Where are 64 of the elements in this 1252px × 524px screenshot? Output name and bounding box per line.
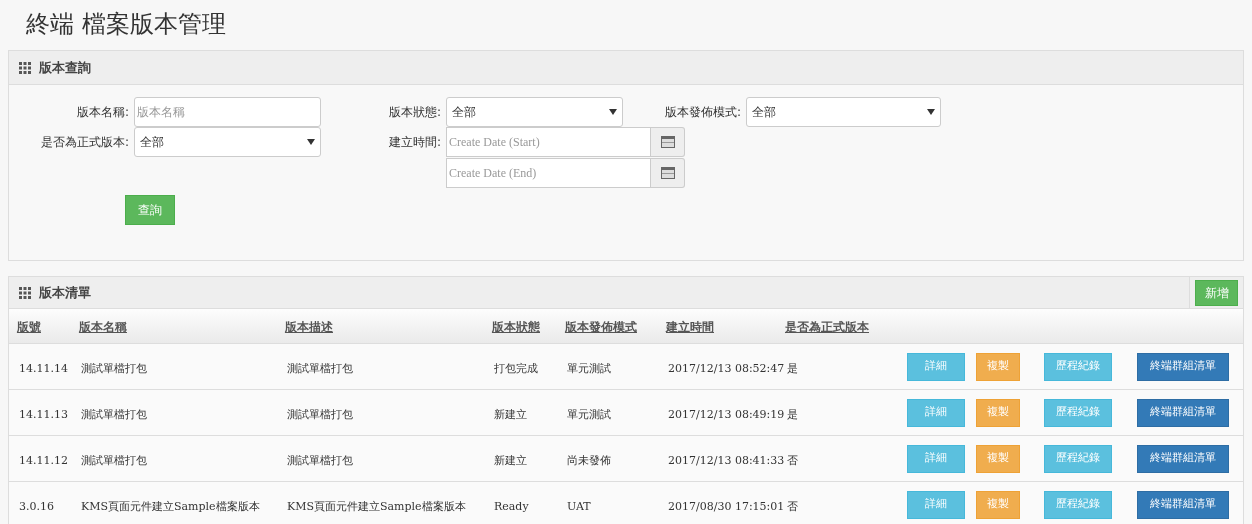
panel-title: 版本清單 — [39, 283, 92, 302]
calendar-icon — [660, 136, 675, 148]
calendar-icon — [660, 167, 675, 179]
calendar-button[interactable] — [651, 158, 685, 188]
caret-icon — [307, 139, 315, 145]
field-label: 版本狀態: — [387, 104, 442, 121]
grid-icon — [19, 61, 31, 74]
table-cell: 測試單檔打包 — [287, 361, 353, 375]
table-cell: UAT — [567, 499, 591, 513]
table-cell: 2017/12/13 08:41:33 — [668, 453, 785, 467]
select-field[interactable]: 全部 — [134, 127, 321, 157]
table-cell: 2017/12/13 08:49:19 — [668, 407, 785, 421]
panel-title: 版本查詢 — [39, 58, 91, 77]
field-label: 版本名稱: — [75, 104, 130, 121]
table-cell: KMS頁面元件建立Sample檔案版本 — [81, 499, 260, 513]
column-header[interactable]: 版本狀態 — [492, 320, 540, 334]
table-cell: 測試單檔打包 — [81, 407, 147, 421]
select-field[interactable]: 全部 — [746, 97, 941, 127]
table-cell: KMS頁面元件建立Sample檔案版本 — [287, 499, 466, 513]
field-label: 是否為正式版本: — [39, 134, 130, 151]
field-label: 版本發佈模式: — [663, 104, 742, 121]
table-cell: Ready — [494, 499, 529, 513]
table-cell: 是 — [787, 361, 798, 375]
select-field[interactable]: 全部 — [446, 97, 623, 127]
table-cell: 單元測試 — [567, 361, 611, 375]
add-button[interactable]: 新增 — [1195, 279, 1238, 306]
date-field[interactable]: Create Date (End) — [446, 158, 651, 188]
date-field[interactable]: Create Date (Start) — [446, 127, 651, 157]
column-header[interactable]: 版本描述 — [285, 320, 333, 334]
action-button[interactable]: 終端群組清單 — [1137, 490, 1229, 519]
table-cell: 尚未發佈 — [567, 453, 611, 467]
column-header[interactable]: 版本發佈模式 — [565, 320, 637, 334]
table-cell: 否 — [787, 453, 798, 467]
table-cell: 2017/08/30 17:15:01 — [668, 499, 785, 513]
page-title: 終端 檔案版本管理 — [25, 9, 227, 40]
table-cell: 測試單檔打包 — [81, 453, 147, 467]
column-header[interactable]: 建立時間 — [666, 320, 714, 334]
action-button[interactable]: 終端群組清單 — [1137, 444, 1229, 473]
table-cell: 14.11.14 — [19, 361, 68, 375]
table-cell: 測試單檔打包 — [287, 407, 353, 421]
action-button[interactable]: 終端群組清單 — [1137, 398, 1229, 427]
column-header[interactable]: 版號 — [17, 320, 41, 334]
action-button[interactable]: 終端群組清單 — [1137, 352, 1229, 381]
table-cell: 單元測試 — [567, 407, 611, 421]
input-field[interactable]: 版本名稱 — [134, 97, 321, 127]
table-cell: 測試單檔打包 — [81, 361, 147, 375]
table-cell: 是 — [787, 407, 798, 421]
table-cell: 否 — [787, 499, 798, 513]
table-cell: 測試單檔打包 — [287, 453, 353, 467]
table-cell: 14.11.13 — [19, 407, 68, 421]
calendar-button[interactable] — [651, 127, 685, 157]
table-cell: 新建立 — [494, 453, 527, 467]
table-cell: 3.0.16 — [19, 499, 54, 513]
table-cell: 14.11.12 — [19, 453, 68, 467]
field-label: 建立時間: — [387, 134, 442, 151]
column-header[interactable]: 版本名稱 — [79, 320, 127, 334]
caret-icon — [927, 109, 935, 115]
grid-icon — [19, 286, 31, 299]
caret-icon — [609, 109, 617, 115]
table-cell: 打包完成 — [494, 361, 538, 375]
table-cell: 新建立 — [494, 407, 527, 421]
search-button[interactable]: 查詢 — [125, 195, 175, 225]
column-header[interactable]: 是否為正式版本 — [785, 320, 869, 334]
table-cell: 2017/12/13 08:52:47 — [668, 361, 785, 375]
